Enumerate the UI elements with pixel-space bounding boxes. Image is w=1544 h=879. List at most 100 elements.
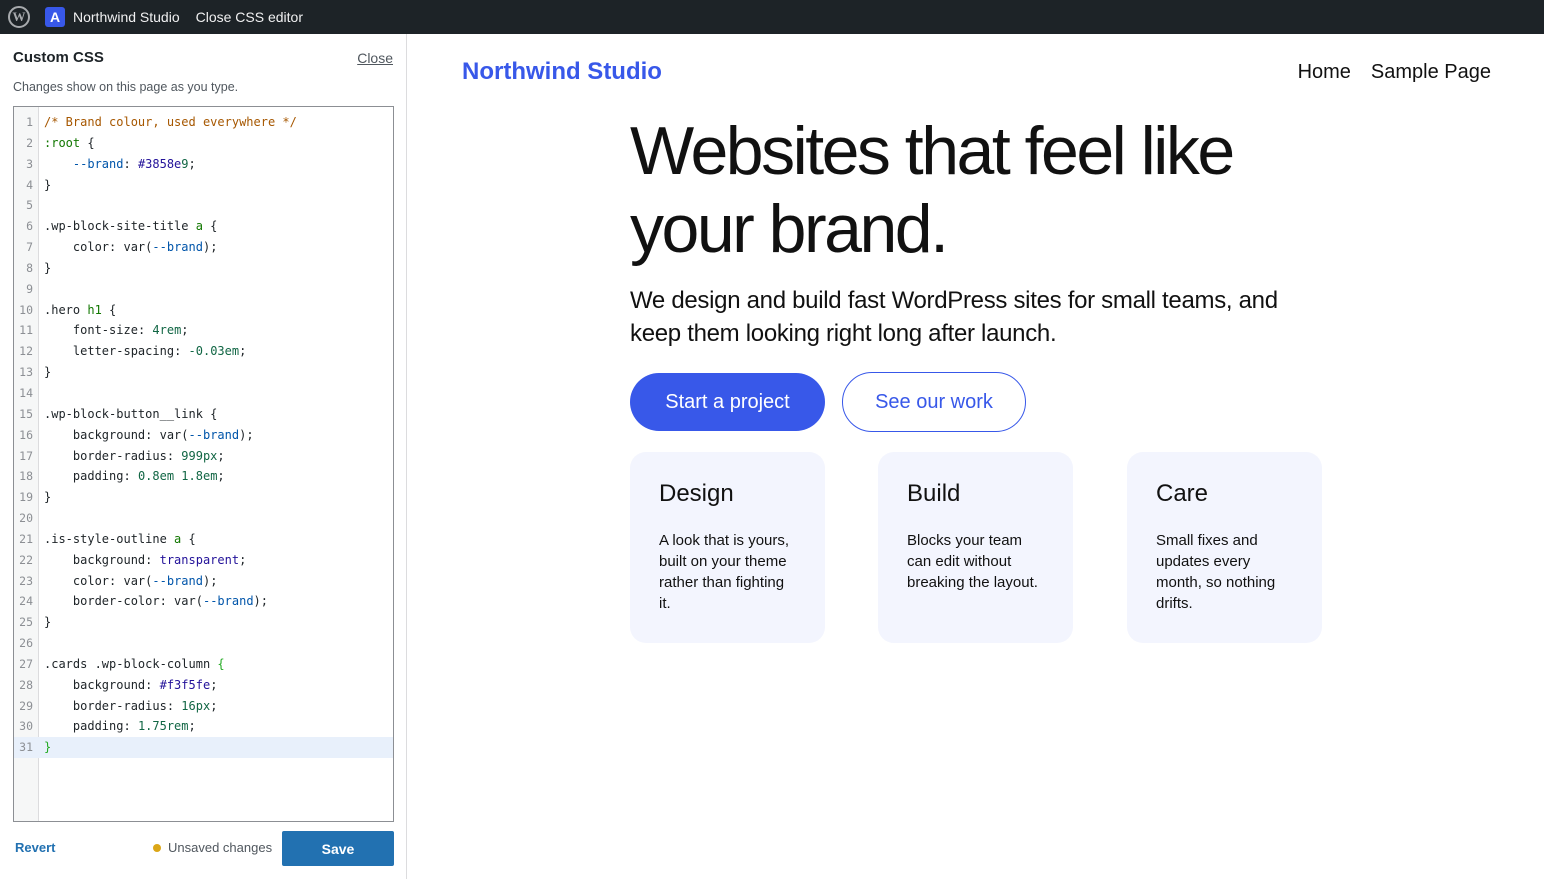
- line-number: 24: [19, 594, 33, 609]
- nav-sample-page[interactable]: Sample Page: [1371, 61, 1491, 84]
- code-text: }: [44, 260, 52, 275]
- panel-close-link[interactable]: Close: [357, 50, 393, 66]
- code-text: border-color: var(--brand);: [72, 594, 268, 609]
- code-line[interactable]: 18 padding: 0.8em 1.8em;: [14, 466, 393, 487]
- code-line[interactable]: 16 background: var(--brand);: [14, 425, 393, 446]
- code-line[interactable]: 9: [14, 279, 393, 300]
- code-line[interactable]: 11 font-size: 4rem;: [14, 320, 393, 341]
- hero-heading-line1: Websites that feel like: [630, 113, 1235, 189]
- revert-button[interactable]: Revert: [15, 840, 55, 855]
- start-project-button[interactable]: Start a project: [630, 373, 825, 431]
- line-number: 26: [19, 636, 33, 651]
- line-number: 16: [19, 427, 33, 442]
- code-line[interactable]: 14: [14, 383, 393, 404]
- code-line[interactable]: 7 color: var(--brand);: [14, 237, 393, 258]
- code-lines: 1 /* Brand colour, used everywhere */ 2 :ro…: [14, 112, 393, 759]
- css-code-editor[interactable]: 1 /* Brand colour, used everywhere */ 2 :ro…: [13, 106, 394, 822]
- line-number: 10: [19, 302, 33, 317]
- code-line[interactable]: 10 .hero h1 {: [14, 300, 393, 321]
- admin-bar: W A Northwind Studio Close CSS editor: [0, 0, 1544, 34]
- custom-css-panel: Custom CSS Close Changes show on this pa…: [0, 34, 407, 879]
- line-number: 7: [26, 240, 33, 255]
- code-text: }: [44, 490, 52, 505]
- site-preview: Northwind Studio Home Sample Page Websit…: [408, 34, 1544, 879]
- panel-title: Custom CSS: [13, 49, 104, 66]
- code-line[interactable]: 22 background: transparent;: [14, 550, 393, 571]
- code-line[interactable]: 1 /* Brand colour, used everywhere */: [14, 112, 393, 133]
- line-number: 31: [19, 740, 33, 755]
- panel-hint: Changes show on this page as you type.: [13, 80, 239, 94]
- line-number: 12: [19, 344, 33, 359]
- nav-home[interactable]: Home: [1298, 61, 1351, 84]
- card-title: Design: [659, 480, 734, 507]
- line-number: 20: [19, 511, 33, 526]
- code-line[interactable]: 31}: [14, 737, 393, 759]
- line-number: 21: [19, 531, 33, 546]
- code-line[interactable]: 19}: [14, 487, 393, 508]
- line-number: 25: [19, 615, 33, 630]
- card-design: Design A look that is yours, built on yo…: [630, 452, 825, 643]
- line-number: 1: [26, 115, 33, 129]
- site-title[interactable]: Northwind Studio: [462, 58, 662, 86]
- code-line[interactable]: 15 .wp-block-button__link {: [14, 404, 393, 425]
- code-text: }: [44, 740, 52, 755]
- code-text: }: [44, 615, 52, 630]
- code-line[interactable]: 29 border-radius: 16px;: [14, 696, 393, 717]
- save-button[interactable]: Save: [282, 831, 394, 866]
- card-title: Care: [1156, 480, 1209, 507]
- line-number: 13: [19, 365, 33, 380]
- code-line[interactable]: 23 color: var(--brand);: [14, 571, 393, 592]
- site-icon: A: [45, 7, 65, 27]
- line-number: 6: [26, 219, 33, 234]
- code-line[interactable]: 3 --brand: #3858e9;: [14, 154, 393, 175]
- line-number: 19: [19, 490, 33, 505]
- code-line[interactable]: 21 .is-style-outline a {: [14, 529, 393, 550]
- card-text: Blocks your team can edit without breaki…: [907, 532, 1038, 591]
- code-line[interactable]: 2 :root {: [14, 133, 393, 154]
- code-text: }: [44, 365, 52, 380]
- see-our-work-button[interactable]: See our work: [842, 372, 1026, 432]
- line-number: 4: [26, 177, 33, 192]
- code-text: .wp-block-button__link {: [44, 406, 218, 421]
- line-number: 9: [26, 281, 33, 296]
- card-title: Build: [907, 480, 961, 507]
- code-text: padding: 0.8em 1.8em;: [72, 469, 225, 484]
- close-css-editor-link[interactable]: Close CSS editor: [196, 9, 303, 25]
- wordpress-logo-icon[interactable]: W: [2, 0, 36, 34]
- line-number: 15: [19, 406, 33, 421]
- code-text: color: var(--brand);: [72, 573, 218, 588]
- site-name: Northwind Studio: [73, 9, 180, 25]
- line-number: 3: [26, 156, 33, 171]
- line-number: 2: [26, 135, 33, 150]
- code-text: }: [44, 177, 52, 192]
- code-line[interactable]: 27 .cards .wp-block-column {: [14, 654, 393, 675]
- code-line[interactable]: 4}: [14, 175, 393, 196]
- code-line[interactable]: 13}: [14, 362, 393, 383]
- code-line[interactable]: 26: [14, 633, 393, 654]
- line-number: 29: [19, 698, 33, 713]
- code-text: .hero h1 {: [44, 302, 117, 317]
- line-number: 11: [19, 323, 33, 338]
- code-line[interactable]: 20: [14, 508, 393, 529]
- code-line[interactable]: 5: [14, 195, 393, 216]
- line-number: 30: [19, 719, 33, 734]
- code-text: border-radius: 16px;: [72, 698, 218, 713]
- line-number: 28: [19, 677, 33, 692]
- code-text: :root {: [44, 135, 95, 150]
- code-line[interactable]: 6 .wp-block-site-title a {: [14, 216, 393, 237]
- code-line[interactable]: 24 border-color: var(--brand);: [14, 591, 393, 612]
- code-text: /* Brand colour, used everywhere */: [44, 115, 297, 129]
- code-line[interactable]: 8}: [14, 258, 393, 279]
- code-text: .is-style-outline a {: [44, 531, 196, 546]
- code-line[interactable]: 28 background: #f3f5fe;: [14, 675, 393, 696]
- unsaved-status-text: Unsaved changes: [168, 840, 273, 855]
- code-line[interactable]: 12 letter-spacing: -0.03em;: [14, 341, 393, 362]
- code-line[interactable]: 17 border-radius: 999px;: [14, 446, 393, 467]
- card-care: Care Small fixes and updates every month…: [1127, 452, 1322, 643]
- line-number: 14: [19, 385, 33, 400]
- hero-heading: Websites that feel like your brand.: [630, 112, 1330, 268]
- code-line[interactable]: 25}: [14, 612, 393, 633]
- card-text: Small fixes and updates every month, so …: [1156, 532, 1276, 612]
- code-line[interactable]: 30 padding: 1.75rem;: [14, 716, 393, 737]
- site-name-link[interactable]: A Northwind Studio: [45, 0, 180, 34]
